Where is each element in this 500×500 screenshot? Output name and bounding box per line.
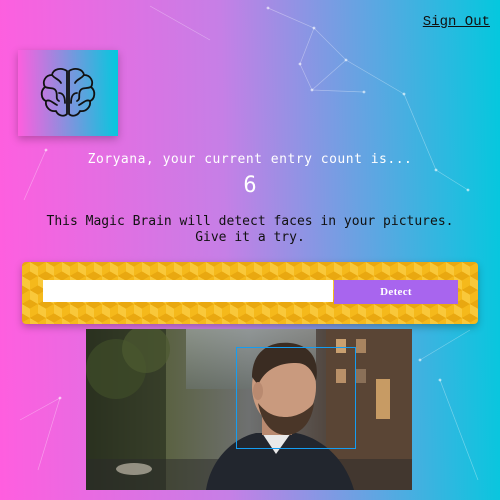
brain-icon (40, 68, 96, 117)
sign-out-link[interactable]: Sign Out (423, 14, 490, 30)
image-link-form: Detect (22, 262, 478, 324)
entry-count-text: Zoryana, your current entry count is... (87, 152, 413, 167)
intro-line-1: This Magic Brain will detect faces in yo… (46, 214, 454, 229)
intro-text: This Magic Brain will detect faces in yo… (0, 214, 500, 246)
entry-rank: Zoryana, your current entry count is... … (0, 152, 500, 198)
entry-count-value: 6 (243, 173, 257, 198)
face-bounding-box (236, 347, 356, 449)
intro-line-2: Give it a try. (195, 230, 305, 245)
image-url-input[interactable] (43, 280, 333, 302)
face-detection-image (86, 329, 412, 490)
detect-button[interactable]: Detect (334, 280, 458, 304)
logo[interactable] (18, 50, 118, 136)
top-nav: Sign Out (423, 10, 490, 30)
